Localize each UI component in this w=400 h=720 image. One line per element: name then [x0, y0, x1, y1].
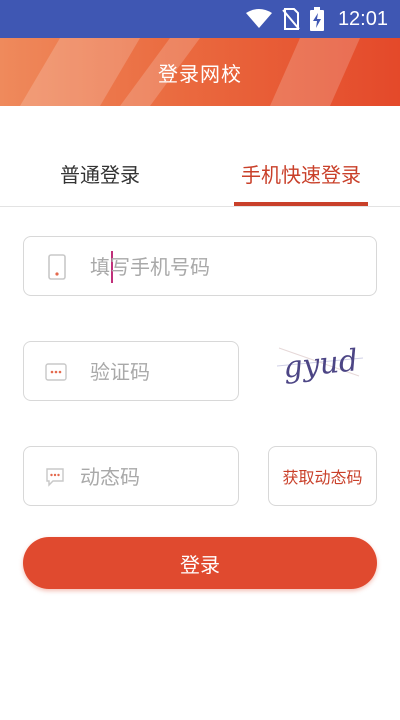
status-bar: 12:01: [0, 0, 400, 38]
status-time: 12:01: [337, 7, 388, 30]
captcha-text: gyud: [282, 343, 360, 386]
sms-code-field[interactable]: [23, 446, 239, 506]
captcha-field[interactable]: [23, 341, 239, 401]
message-icon: [45, 467, 65, 491]
captcha-image[interactable]: gyud: [275, 336, 365, 386]
tab-phone-quick-login[interactable]: 手机快速登录: [234, 140, 368, 206]
wifi-icon: [245, 9, 272, 29]
battery-charging-icon: [309, 7, 324, 31]
sms-code-input[interactable]: [80, 461, 230, 493]
tab-normal-login[interactable]: 普通登录: [40, 140, 160, 206]
page-title: 登录网校: [158, 61, 242, 86]
get-sms-code-button[interactable]: 获取动态码: [268, 446, 377, 506]
active-tab-indicator: [234, 202, 368, 206]
login-tabs: 普通登录 手机快速登录: [0, 140, 400, 207]
app-header: 登录网校: [0, 38, 400, 106]
phone-field[interactable]: [23, 236, 377, 296]
phone-icon: [48, 254, 66, 284]
captcha-icon: [45, 363, 67, 385]
phone-input[interactable]: [90, 251, 360, 283]
login-button[interactable]: 登录: [23, 537, 377, 589]
no-sim-icon: [282, 8, 300, 30]
captcha-input[interactable]: [90, 356, 230, 388]
